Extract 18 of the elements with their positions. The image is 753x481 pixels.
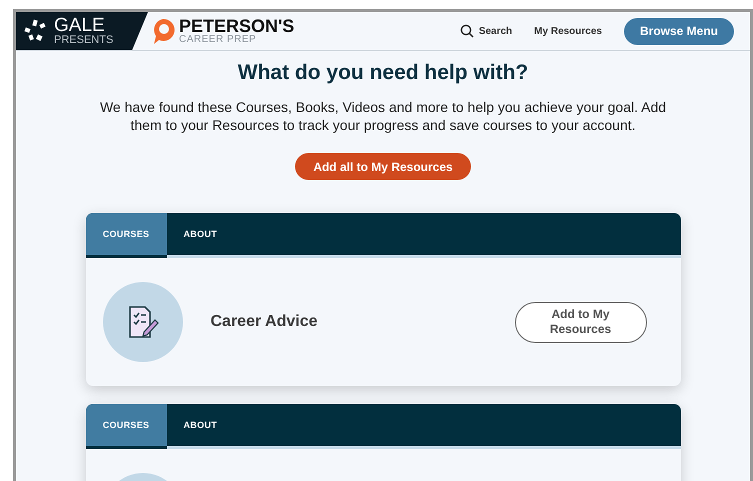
petersons-name: PETERSON'S xyxy=(179,17,294,35)
gale-logo-icon xyxy=(24,19,48,43)
browse-menu-button[interactable]: Browse Menu xyxy=(624,18,734,44)
page-heading: What do you need help with? xyxy=(238,61,528,85)
card-tab[interactable]: ABOUT xyxy=(166,213,234,255)
add-all-button[interactable]: Add all to My Resources xyxy=(295,153,471,180)
gale-name: GALE xyxy=(54,16,105,35)
my-resources-link[interactable]: My Resources xyxy=(534,26,602,36)
petersons-subtitle: CAREER PREP xyxy=(179,35,258,45)
search-link[interactable]: Search xyxy=(460,24,512,38)
search-icon xyxy=(460,24,474,38)
card-tab[interactable]: ABOUT xyxy=(166,404,234,446)
card-tab[interactable]: COURSES xyxy=(86,404,166,449)
add-to-resources-button[interactable]: Add to My Resources xyxy=(514,302,646,342)
intro-text: We have found these Courses, Books, Videos and more to help you achieve your goal. Add them to your Resources to track your progress and save courses to your account. xyxy=(98,98,668,134)
card-tab[interactable]: COURSES xyxy=(86,213,166,258)
gale-subtitle: PRESENTS xyxy=(54,35,114,46)
course-title: Career Advice xyxy=(210,313,318,331)
